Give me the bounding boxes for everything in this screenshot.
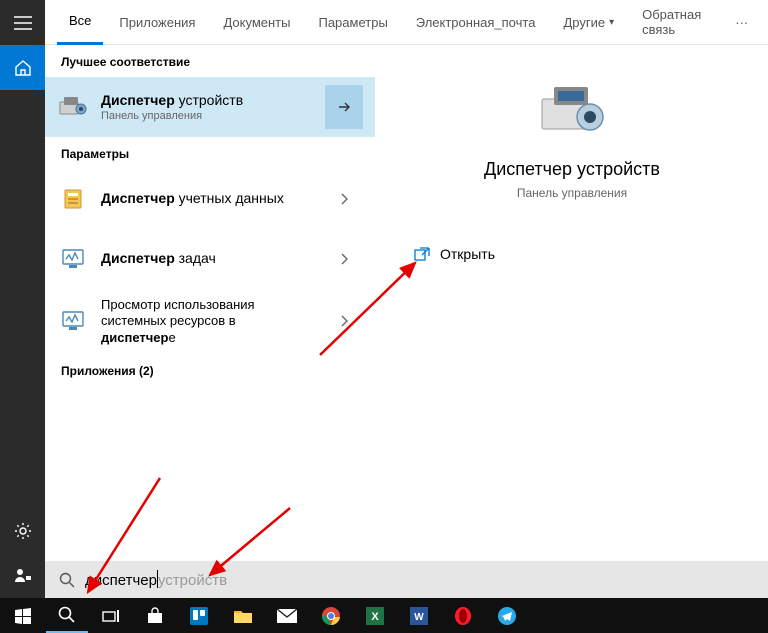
preview-subtitle: Панель управления	[517, 186, 627, 200]
r1-bold: Диспетчер	[101, 190, 175, 206]
chevron-r1[interactable]	[325, 177, 363, 221]
svg-text:X: X	[371, 611, 379, 623]
excel-icon: X	[366, 607, 384, 625]
taskbar: X W	[0, 598, 768, 633]
arrow-right-icon	[336, 99, 352, 115]
svg-text:W: W	[414, 612, 424, 623]
tab-other-label: Другие	[563, 15, 605, 30]
tab-more[interactable]: ···	[723, 0, 760, 45]
section-best-match: Лучшее соответствие	[45, 45, 375, 77]
open-action[interactable]: Открыть	[410, 240, 499, 268]
taskbar-opera[interactable]	[442, 598, 484, 633]
result-title-rest: устройств	[175, 92, 243, 108]
taskbar-telegram[interactable]	[486, 598, 528, 633]
windows-icon	[15, 608, 31, 624]
tab-all[interactable]: Все	[57, 0, 103, 45]
taskbar-explorer[interactable]	[222, 598, 264, 633]
folder-icon	[233, 608, 253, 624]
search-icon	[59, 572, 75, 588]
taskbar-taskview[interactable]	[90, 598, 132, 633]
search-icon	[58, 606, 76, 624]
chevron-r3[interactable]	[325, 299, 363, 343]
hamburger-menu[interactable]	[0, 0, 45, 45]
result-task-manager[interactable]: Диспетчер задач	[45, 229, 375, 289]
taskbar-excel[interactable]: X	[354, 598, 396, 633]
word-icon: W	[410, 607, 428, 625]
taskbar-word[interactable]: W	[398, 598, 440, 633]
tab-feedback[interactable]: Обратная связь	[630, 0, 713, 45]
chrome-icon	[322, 607, 340, 625]
gear-icon	[14, 522, 32, 540]
result-title-bold: Диспетчер	[101, 92, 175, 108]
r3-line2a: системных ресурсов в	[101, 313, 236, 328]
r2-rest: задач	[175, 250, 216, 266]
section-apps: Приложения (2)	[45, 354, 375, 386]
tab-email[interactable]: Электронная_почта	[404, 0, 548, 45]
open-label: Открыть	[440, 246, 495, 262]
preview-title: Диспетчер устройств	[484, 159, 660, 180]
r3-line2c: е	[168, 330, 175, 345]
tab-other[interactable]: Другие ▾	[551, 0, 626, 45]
hamburger-icon	[14, 16, 32, 30]
mail-icon	[277, 609, 297, 623]
results-panel: Лучшее соответствие Диспетчер устройств …	[45, 45, 375, 561]
person-pin-icon	[14, 567, 32, 585]
search-input[interactable]: диспетчерустройств	[45, 561, 768, 598]
store-icon	[146, 607, 164, 625]
sidebar-account[interactable]	[0, 553, 45, 598]
r2-bold: Диспетчер	[101, 250, 175, 266]
opera-icon	[454, 607, 472, 625]
preview-panel: Диспетчер устройств Панель управления От…	[375, 45, 768, 561]
taskbar-search[interactable]	[46, 598, 88, 633]
section-settings: Параметры	[45, 137, 375, 169]
tab-documents[interactable]: Документы	[211, 0, 302, 45]
chevron-down-icon: ▾	[609, 17, 614, 28]
result-subtitle: Панель управления	[101, 110, 313, 122]
taskview-icon	[102, 609, 120, 623]
search-sidebar	[0, 0, 45, 598]
chevron-right-icon	[339, 314, 349, 328]
chevron-right-icon	[339, 192, 349, 206]
open-preview-button[interactable]	[325, 85, 363, 129]
result-resource-usage[interactable]: Просмотр использования системных ресурсо…	[45, 289, 375, 354]
chevron-r2[interactable]	[325, 237, 363, 281]
r3-line1: Просмотр использования	[101, 297, 255, 312]
tab-settings[interactable]: Параметры	[306, 0, 399, 45]
taskbar-trello[interactable]	[178, 598, 220, 633]
trello-icon	[190, 607, 208, 625]
resource-monitor-icon	[57, 305, 89, 337]
device-manager-icon	[57, 91, 89, 123]
sidebar-home[interactable]	[0, 45, 45, 90]
result-device-manager[interactable]: Диспетчер устройств Панель управления	[45, 77, 375, 137]
open-icon	[414, 247, 430, 261]
sidebar-settings[interactable]	[0, 508, 45, 553]
credential-manager-icon	[57, 183, 89, 215]
taskbar-store[interactable]	[134, 598, 176, 633]
telegram-icon	[498, 607, 516, 625]
taskbar-chrome[interactable]	[310, 598, 352, 633]
chevron-right-icon	[339, 252, 349, 266]
r3-line2b: диспетчер	[101, 330, 168, 345]
result-credential-manager[interactable]: Диспетчер учетных данных	[45, 169, 375, 229]
r1-rest: учетных данных	[175, 190, 284, 206]
taskbar-mail[interactable]	[266, 598, 308, 633]
home-icon	[14, 59, 32, 77]
search-tabs: Все Приложения Документы Параметры Элект…	[45, 0, 768, 45]
main-area: Лучшее соответствие Диспетчер устройств …	[45, 45, 768, 561]
search-ghost-text: устройств	[158, 572, 227, 589]
task-manager-icon	[57, 243, 89, 275]
preview-app-icon	[532, 81, 612, 141]
search-typed-text: диспетчер	[85, 572, 157, 589]
start-button[interactable]	[2, 598, 44, 633]
tab-apps[interactable]: Приложения	[107, 0, 207, 45]
